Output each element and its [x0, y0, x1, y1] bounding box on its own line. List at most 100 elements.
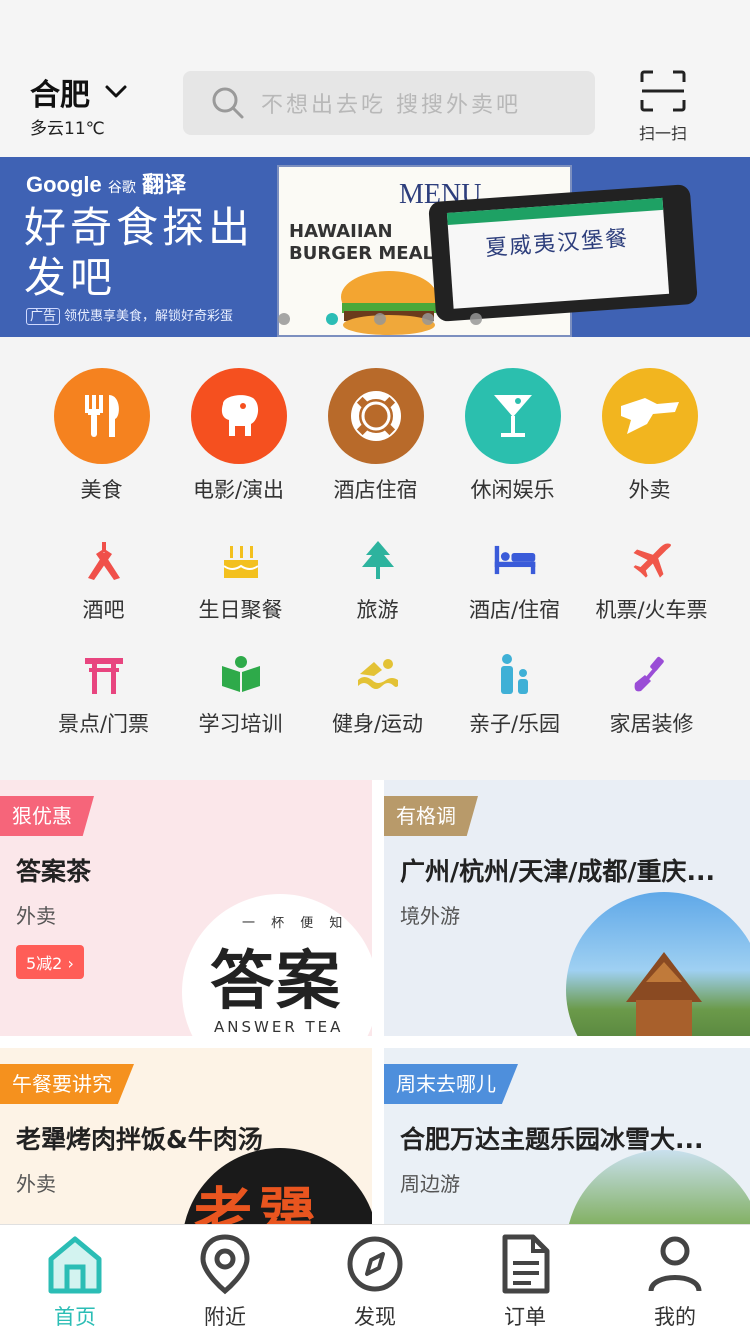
card-category: 周边游	[400, 1172, 460, 1196]
swim-icon	[356, 652, 400, 696]
card-title: 老犟烤肉拌饭&牛肉汤	[16, 1125, 263, 1154]
category-hotel[interactable]: 酒店住宿	[307, 368, 444, 504]
category-leisure[interactable]: 休闲娱乐	[444, 368, 581, 504]
pagination-dot[interactable]	[278, 313, 290, 325]
pagination-dot[interactable]	[374, 313, 386, 325]
cocktail-icon	[464, 368, 561, 464]
elephant-icon	[190, 368, 287, 464]
promo-badge[interactable]: 5减2 ›	[16, 945, 84, 979]
bed-icon	[493, 538, 537, 582]
category-label: 机票/火车票	[595, 598, 708, 622]
search-bar[interactable]: 不想出去吃 搜搜外卖吧	[183, 71, 595, 135]
logo-tagline: 一 杯 便 知	[242, 916, 349, 931]
banner-subtitle: 广告 领优惠享美食，解锁好奇彩蛋	[26, 305, 234, 325]
answer-tea-logo: 一 杯 便 知 答案 ANSWER TEA	[182, 894, 372, 1036]
card-category: 境外游	[400, 904, 460, 928]
temple-photo	[566, 892, 750, 1036]
card-title: 答案茶	[16, 857, 92, 886]
category-birthday[interactable]: 生日聚餐	[172, 538, 309, 624]
meal-english: HAWAIIAN BURGER MEAL	[289, 221, 435, 264]
logo-main-text: 老犟	[194, 1181, 323, 1224]
banner-subtitle-text: 领优惠享美食，解锁好奇彩蛋	[64, 309, 234, 324]
search-icon	[212, 87, 244, 119]
category-grid: 美食 电影/演出 酒店住宿 休闲娱乐 外卖 酒吧 生日聚餐 旅游 酒店/住宿 机…	[0, 338, 750, 764]
tab-discover[interactable]: 发现	[300, 1225, 450, 1334]
delivery-icon	[601, 368, 698, 464]
category-kids[interactable]: 亲子/乐园	[446, 652, 583, 738]
category-fitness[interactable]: 健身/运动	[309, 652, 446, 738]
category-label: 旅游	[356, 598, 399, 622]
tab-label: 发现	[354, 1305, 396, 1329]
category-label: 生日聚餐	[198, 598, 283, 622]
logo-main-text: 答案	[210, 945, 342, 1019]
tab-nearby[interactable]: 附近	[150, 1225, 300, 1334]
card-category: 外卖	[16, 1172, 56, 1196]
card-tag: 有格调	[384, 796, 478, 836]
banner-brand-product: 翻译	[142, 172, 187, 197]
category-label: 亲子/乐园	[468, 712, 561, 736]
category-label: 景点/门票	[57, 712, 150, 736]
city-selector[interactable]: 合肥	[30, 70, 128, 114]
pagination-dot[interactable]	[470, 313, 482, 325]
torii-icon	[82, 652, 126, 696]
scan-button[interactable]: 扫一扫	[628, 70, 698, 144]
category-tickets[interactable]: 机票/火车票	[583, 538, 720, 624]
weather-text: 多云11℃	[30, 119, 105, 139]
category-travel[interactable]: 旅游	[309, 538, 446, 624]
bar-icon	[82, 538, 126, 582]
card-tag: 周末去哪儿	[384, 1064, 518, 1104]
book-icon	[219, 652, 263, 696]
phone-image: 夏威夷汉堡餐	[428, 184, 698, 322]
family-icon	[493, 652, 537, 696]
category-home[interactable]: 家居装修	[583, 652, 720, 738]
card-title: 广州/杭州/天津/成都/重庆...	[400, 857, 716, 886]
promo-banner[interactable]: Google 谷歌 翻译 好奇食探出发吧 广告 领优惠享美食，解锁好奇彩蛋 MEN…	[0, 157, 750, 337]
laojiang-logo: 老犟	[182, 1148, 372, 1224]
scan-label: 扫一扫	[638, 124, 687, 143]
category-label: 电影/演出	[192, 478, 285, 502]
ad-badge: 广告	[26, 308, 61, 325]
tab-orders[interactable]: 订单	[450, 1225, 600, 1334]
card-answer-tea[interactable]: 狠优惠 答案茶 外卖 5减2 › 一 杯 便 知 答案 ANSWER TEA	[0, 780, 372, 1036]
home-icon	[48, 1236, 102, 1294]
category-lodging[interactable]: 酒店/住宿	[446, 538, 583, 624]
category-food[interactable]: 美食	[33, 368, 170, 504]
card-tag: 午餐要讲究	[0, 1064, 134, 1104]
card-tag: 狠优惠	[0, 796, 94, 836]
category-label: 健身/运动	[331, 712, 424, 736]
category-label: 酒吧	[82, 598, 125, 622]
cake-icon	[219, 538, 263, 582]
pagination-dot-active[interactable]	[326, 313, 338, 325]
category-label: 学习培训	[198, 712, 283, 736]
phone-screen: 夏威夷汉堡餐	[446, 197, 670, 309]
category-label: 酒店住宿	[333, 478, 418, 502]
recommend-cards: 狠优惠 答案茶 外卖 5减2 › 一 杯 便 知 答案 ANSWER TEA 有…	[0, 780, 750, 1224]
user-icon	[648, 1236, 702, 1292]
category-scenic[interactable]: 景点/门票	[35, 652, 172, 738]
bottom-tab-bar: 首页 附近 发现 订单 我的	[0, 1224, 750, 1334]
category-label: 外卖	[628, 478, 671, 502]
card-wanda-park[interactable]: 周末去哪儿 合肥万达主题乐园冰雪大... 周边游	[384, 1048, 750, 1224]
category-bar[interactable]: 酒吧	[35, 538, 172, 624]
category-movie[interactable]: 电影/演出	[170, 368, 307, 504]
logo-english: ANSWER TEA	[214, 1018, 344, 1036]
theme-park-photo	[566, 1150, 750, 1224]
card-overseas-travel[interactable]: 有格调 广州/杭州/天津/成都/重庆... 境外游	[384, 780, 750, 1036]
big-category-row: 美食 电影/演出 酒店住宿 休闲娱乐 外卖	[0, 368, 750, 504]
card-category: 外卖	[16, 904, 56, 928]
category-takeout[interactable]: 外卖	[581, 368, 718, 504]
tab-profile[interactable]: 我的	[600, 1225, 750, 1334]
tab-home[interactable]: 首页	[0, 1225, 150, 1334]
compass-icon	[347, 1236, 403, 1292]
tab-label: 订单	[504, 1305, 546, 1329]
category-label: 家居装修	[609, 712, 694, 736]
category-label: 酒店/住宿	[468, 598, 561, 622]
card-laojiang[interactable]: 午餐要讲究 老犟烤肉拌饭&牛肉汤 外卖 老犟	[0, 1048, 372, 1224]
category-study[interactable]: 学习培训	[172, 652, 309, 738]
banner-pagination[interactable]	[278, 313, 482, 325]
scan-icon	[640, 70, 686, 112]
document-icon	[502, 1234, 550, 1294]
pagination-dot[interactable]	[422, 313, 434, 325]
tree-icon	[356, 538, 400, 582]
category-label: 美食	[80, 478, 123, 502]
